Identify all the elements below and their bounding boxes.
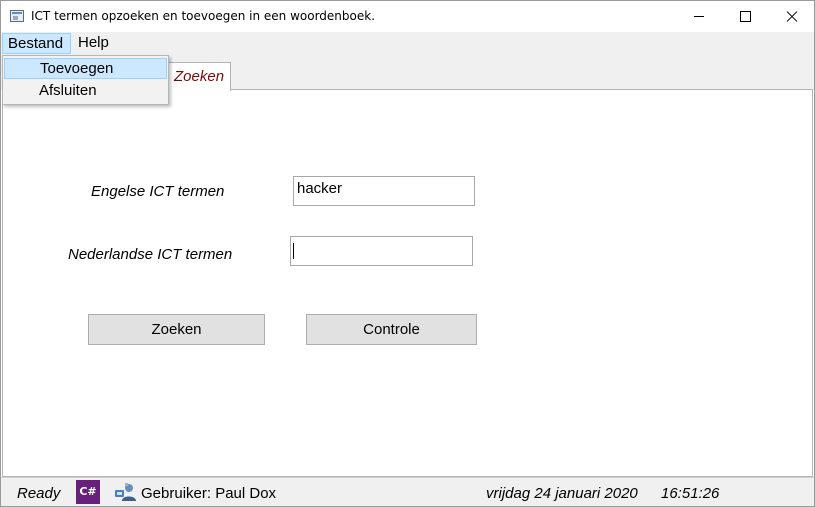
bestand-dropdown-menu: Toevoegen Afsluiten: [2, 55, 169, 105]
app-window: ICT termen opzoeken en toevoegen in een …: [0, 0, 815, 507]
tab-zoeken-label: Zoeken: [174, 68, 225, 85]
tab-zoeken[interactable]: Zoeken: [165, 62, 231, 91]
menu-item-toevoegen[interactable]: Toevoegen: [4, 58, 167, 79]
status-bar: Ready C# Gebruiker: Paul Dox vrijdag 24 …: [1, 477, 814, 506]
english-terms-input[interactable]: hacker: [293, 176, 475, 206]
csharp-icon: C#: [76, 480, 100, 504]
text-caret: [293, 243, 294, 259]
close-icon[interactable]: [768, 1, 814, 32]
dutch-terms-input[interactable]: [290, 236, 473, 266]
menu-bestand[interactable]: Bestand: [2, 33, 71, 54]
status-ready: Ready: [17, 485, 61, 502]
minimize-icon[interactable]: [676, 1, 722, 32]
menu-item-afsluiten[interactable]: Afsluiten: [4, 81, 167, 102]
search-button[interactable]: Zoeken: [88, 314, 265, 345]
title-bar[interactable]: ICT termen opzoeken en toevoegen in een …: [1, 1, 814, 32]
status-time: 16:51:26: [661, 485, 720, 502]
window-title: ICT termen opzoeken en toevoegen in een …: [31, 9, 376, 23]
check-button[interactable]: Controle: [306, 314, 477, 345]
app-window-icon: [10, 10, 24, 22]
status-user: Gebruiker: Paul Dox: [141, 485, 277, 502]
english-terms-label: Engelse ICT termen: [91, 183, 225, 200]
maximize-icon[interactable]: [722, 1, 768, 32]
menu-bar: Bestand Help: [1, 32, 814, 55]
status-date: vrijdag 24 januari 2020: [486, 485, 638, 502]
menu-help[interactable]: Help: [73, 33, 114, 54]
tab-page-zoeken: Engelse ICT termen hacker Nederlandse IC…: [2, 89, 813, 477]
user-network-icon: [115, 483, 136, 501]
dutch-terms-label: Nederlandse ICT termen: [68, 246, 233, 263]
